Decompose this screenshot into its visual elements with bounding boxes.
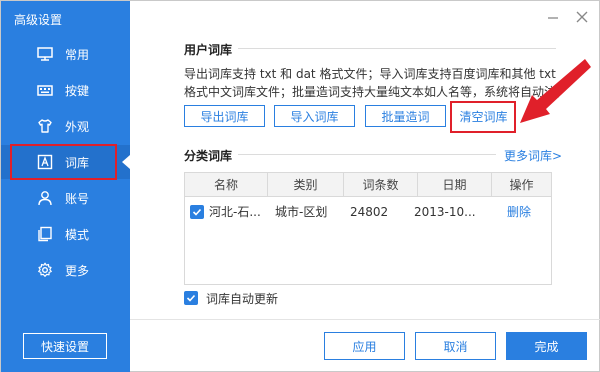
apply-button[interactable]: 应用 — [324, 332, 405, 360]
column-header-category[interactable]: 类别 — [267, 173, 343, 197]
export-dict-button[interactable]: 导出词库 — [184, 105, 265, 127]
sidebar-item-label: 常用 — [65, 47, 90, 62]
auto-update-label: 词库自动更新 — [206, 292, 279, 306]
description-line: 导出词库支持 txt 和 dat 格式文件；导入词库支持百度词库和其他 txt — [184, 67, 556, 81]
sidebar-item-mode[interactable]: 模式 — [1, 217, 130, 251]
sidebar-item-dictionary[interactable]: 词库 — [1, 145, 130, 179]
row-name: 河北-石... — [209, 205, 261, 219]
column-header-count[interactable]: 词条数 — [343, 173, 417, 197]
sidebar-item-label: 词库 — [65, 155, 90, 170]
table-row[interactable]: 河北-石... 城市-区划 24802 2013-10... 删除 — [185, 201, 551, 223]
sidebar-item-common[interactable]: 常用 — [1, 37, 130, 71]
cancel-button[interactable]: 取消 — [415, 332, 496, 360]
sidebar-title: 高级设置 — [14, 13, 63, 27]
sidebar-item-label: 模式 — [65, 227, 90, 242]
more-dict-link[interactable]: 更多词库> — [504, 147, 562, 164]
footer-divider — [130, 319, 600, 320]
sidebar-item-label: 更多 — [65, 263, 90, 278]
auto-update-checkbox[interactable] — [184, 291, 198, 305]
quick-settings-button[interactable]: 快速设置 — [23, 333, 107, 359]
user-dict-description: 导出词库支持 txt 和 dat 格式文件；导入词库支持百度词库和其他 txt … — [184, 65, 559, 101]
table-header: 名称 类别 词条数 日期 操作 — [185, 173, 551, 197]
category-dict-table: 名称 类别 词条数 日期 操作 河北-石... 城市-区划 24802 2013… — [184, 172, 552, 285]
row-category: 城市-区划 — [275, 205, 328, 219]
user-dict-title: 用户词库 — [184, 43, 233, 57]
close-icon[interactable] — [574, 9, 590, 25]
sidebar-item-label: 按键 — [65, 83, 90, 98]
import-dict-button[interactable]: 导入词库 — [274, 105, 355, 127]
category-dict-title: 分类词库 — [184, 149, 233, 163]
settings-window: 高级设置 常用 按键 外观 词库 账号 模式 更多 快速设置 用户词库 导出词库… — [0, 0, 600, 372]
gear-icon — [37, 262, 53, 278]
column-header-date[interactable]: 日期 — [417, 173, 491, 197]
monitor-icon — [37, 46, 53, 62]
column-header-action: 操作 — [491, 173, 551, 197]
sidebar-item-keys[interactable]: 按键 — [1, 73, 130, 107]
clear-dict-button[interactable]: 清空词库 — [455, 105, 512, 127]
description-line: 格式中文词库文件；批量造词支持大量纯文本如人名等，系统将自动注音。 — [184, 85, 559, 99]
shirt-icon — [37, 118, 53, 134]
column-header-name[interactable]: 名称 — [185, 173, 267, 197]
sidebar-item-more[interactable]: 更多 — [1, 253, 130, 287]
section-divider — [238, 48, 556, 49]
copy-icon — [37, 226, 53, 242]
sidebar-item-account[interactable]: 账号 — [1, 181, 130, 215]
section-divider — [238, 154, 496, 155]
checkmark-icon — [186, 294, 196, 302]
sidebar-item-appearance[interactable]: 外观 — [1, 109, 130, 143]
dictionary-icon — [37, 154, 53, 170]
row-checkbox[interactable] — [190, 205, 204, 219]
user-icon — [37, 190, 53, 206]
minimize-icon[interactable] — [545, 9, 561, 25]
keyboard-icon — [37, 82, 53, 98]
batch-create-button[interactable]: 批量造词 — [365, 105, 446, 127]
row-date: 2013-10... — [414, 205, 476, 219]
row-count: 24802 — [350, 205, 389, 219]
sidebar-item-label: 外观 — [65, 119, 90, 134]
delete-link[interactable]: 删除 — [507, 201, 531, 223]
sidebar-item-label: 账号 — [65, 191, 90, 206]
done-button[interactable]: 完成 — [506, 332, 587, 360]
checkmark-icon — [192, 208, 202, 216]
sidebar: 高级设置 常用 按键 外观 词库 账号 模式 更多 快速设置 — [1, 1, 130, 372]
